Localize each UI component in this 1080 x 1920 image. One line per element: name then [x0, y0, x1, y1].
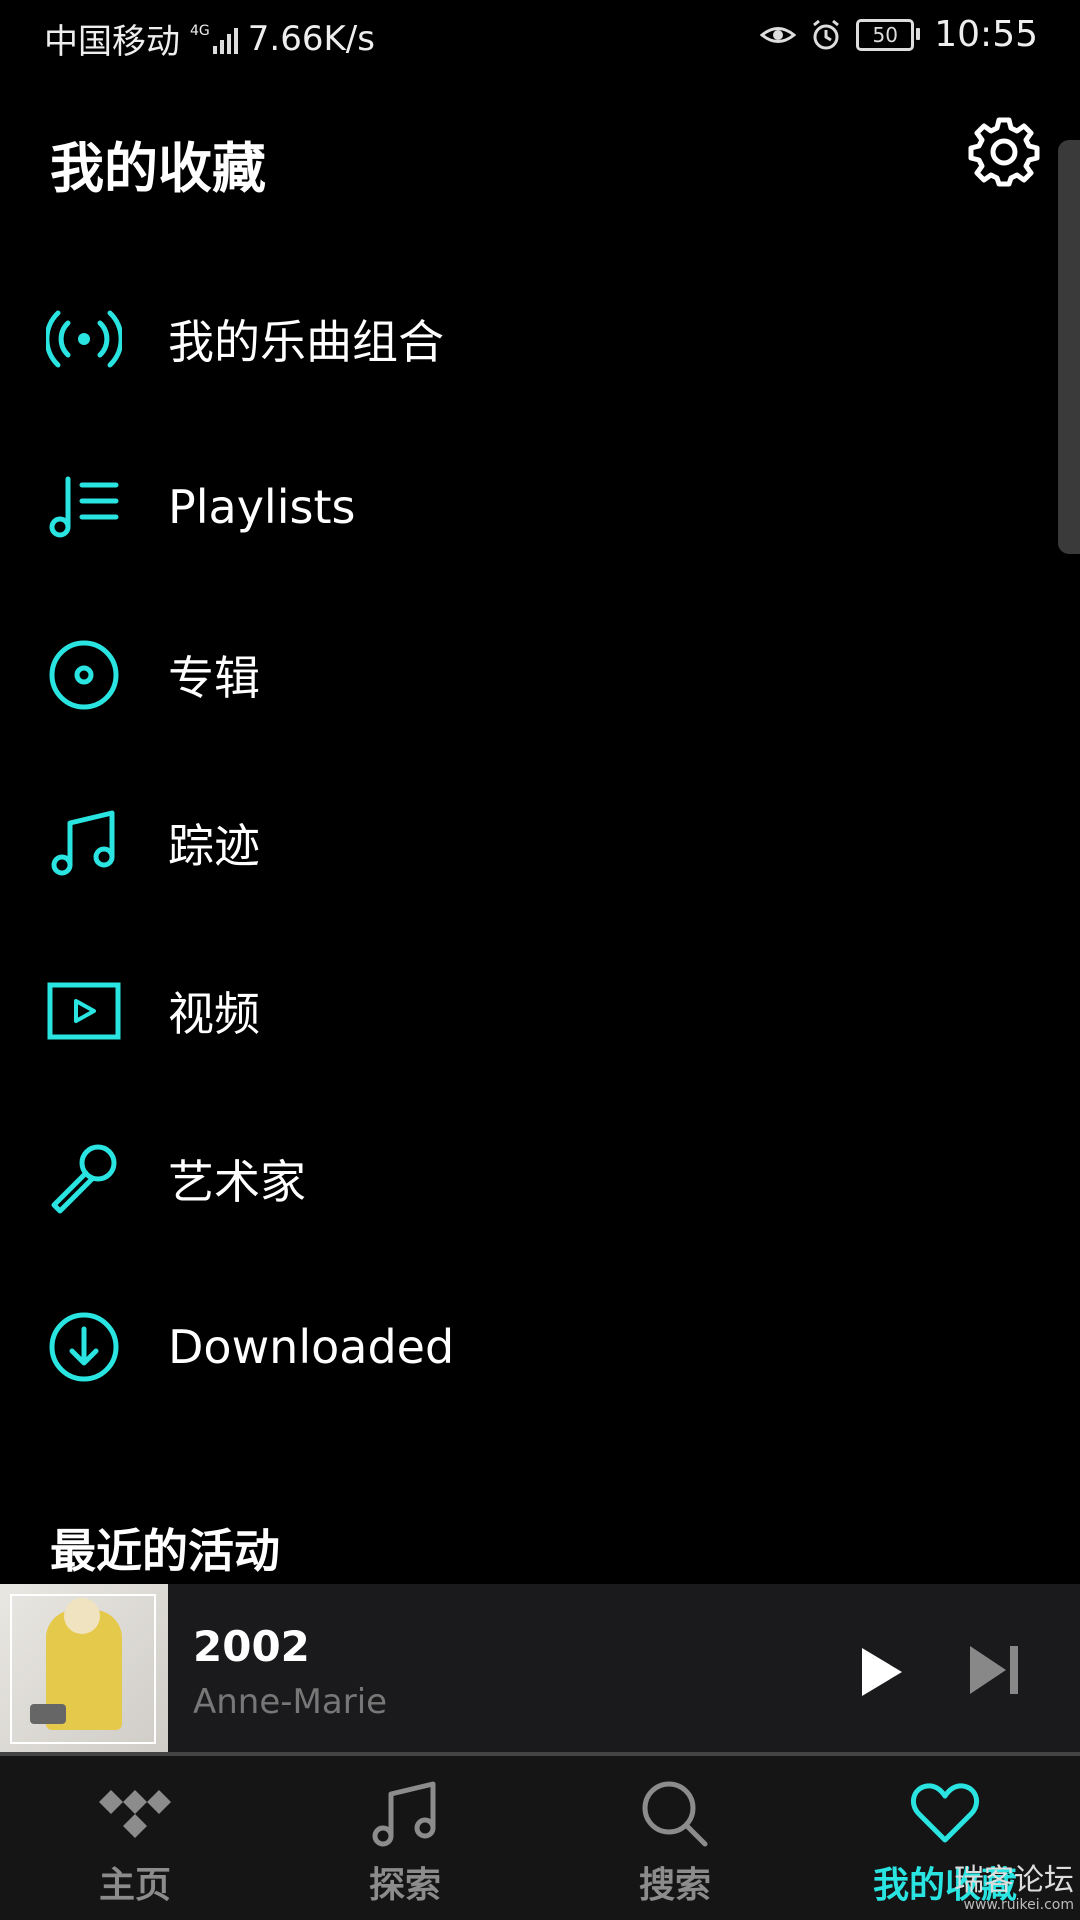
music-note-icon: [372, 1781, 436, 1847]
search-icon: [642, 1781, 708, 1847]
menu-item-tracks[interactable]: 踪迹: [0, 759, 1080, 927]
menu-item-videos[interactable]: 视频: [0, 927, 1080, 1095]
track-title: 2002: [193, 1622, 310, 1671]
battery-level: 50: [872, 22, 898, 47]
video-icon: [47, 982, 121, 1040]
menu-label-tracks: 踪迹: [168, 819, 260, 873]
heart-icon: [910, 1783, 980, 1843]
menu-label-mixes: 我的乐曲组合: [168, 315, 444, 369]
carrier-name: 中国移动: [44, 22, 180, 62]
skip-next-icon[interactable]: [966, 1642, 1026, 1698]
mini-player[interactable]: 2002 Anne-Marie: [0, 1584, 1080, 1756]
bottom-tab-bar: 主页 探索 搜索 我的收藏 瑞客论坛 www.ruikei.com: [0, 1756, 1080, 1920]
clock: 10:55: [934, 14, 1038, 55]
status-bar: 中国移动 4G 7.66K/s 50 10:55: [0, 0, 1080, 78]
page-title: 我的收藏: [50, 137, 266, 200]
collection-menu: 我的乐曲组合 Playlists 专辑 踪迹 视频 艺术家 Downloaded: [0, 255, 1080, 1431]
tab-search[interactable]: 搜索: [540, 1756, 810, 1920]
microphone-icon: [51, 1144, 117, 1214]
settings-gear-icon[interactable]: [968, 116, 1040, 188]
recent-activity-heading: 最近的活动: [50, 1524, 280, 1578]
tab-label-search: 搜索: [638, 1865, 711, 1906]
watermark: 瑞客论坛 www.ruikei.com: [954, 1863, 1075, 1913]
menu-label-artists: 艺术家: [168, 1155, 306, 1209]
eye-icon: [760, 26, 797, 43]
menu-label-playlists: Playlists: [168, 480, 356, 534]
menu-item-playlists[interactable]: Playlists: [0, 423, 1080, 591]
album-cover[interactable]: [0, 1584, 168, 1756]
download-icon: [49, 1312, 119, 1382]
tab-label-home: 主页: [98, 1865, 171, 1906]
tidal-logo-icon: [99, 1790, 171, 1838]
album-icon: [49, 640, 119, 710]
tab-label-explore: 探索: [368, 1865, 441, 1906]
menu-label-downloaded: Downloaded: [168, 1320, 455, 1374]
track-artist: Anne-Marie: [193, 1682, 388, 1722]
menu-item-artists[interactable]: 艺术家: [0, 1095, 1080, 1263]
watermark-text: 瑞客论坛: [954, 1863, 1074, 1898]
page-header: 我的收藏: [0, 110, 1080, 210]
battery-icon: 50: [856, 18, 921, 51]
tab-home[interactable]: 主页: [0, 1756, 270, 1920]
watermark-url: www.ruikei.com: [963, 1897, 1075, 1913]
network-speed: 7.66K/s: [247, 18, 375, 59]
menu-label-albums: 专辑: [168, 651, 260, 705]
broadcast-icon: [46, 310, 122, 368]
status-left: 中国移动 4G 7.66K/s: [44, 14, 375, 63]
play-icon[interactable]: [850, 1642, 910, 1702]
alarm-icon: [813, 19, 840, 49]
music-note-icon: [51, 810, 115, 876]
signal-icon: 4G: [190, 24, 238, 54]
menu-item-downloaded[interactable]: Downloaded: [0, 1263, 1080, 1431]
tab-explore[interactable]: 探索: [270, 1756, 540, 1920]
menu-item-albums[interactable]: 专辑: [0, 591, 1080, 759]
menu-label-videos: 视频: [168, 987, 260, 1041]
menu-item-mixes[interactable]: 我的乐曲组合: [0, 255, 1080, 423]
network-type: 4G: [190, 22, 210, 39]
status-right: 50 10:55: [760, 14, 1038, 55]
playlist-icon: [49, 476, 119, 538]
